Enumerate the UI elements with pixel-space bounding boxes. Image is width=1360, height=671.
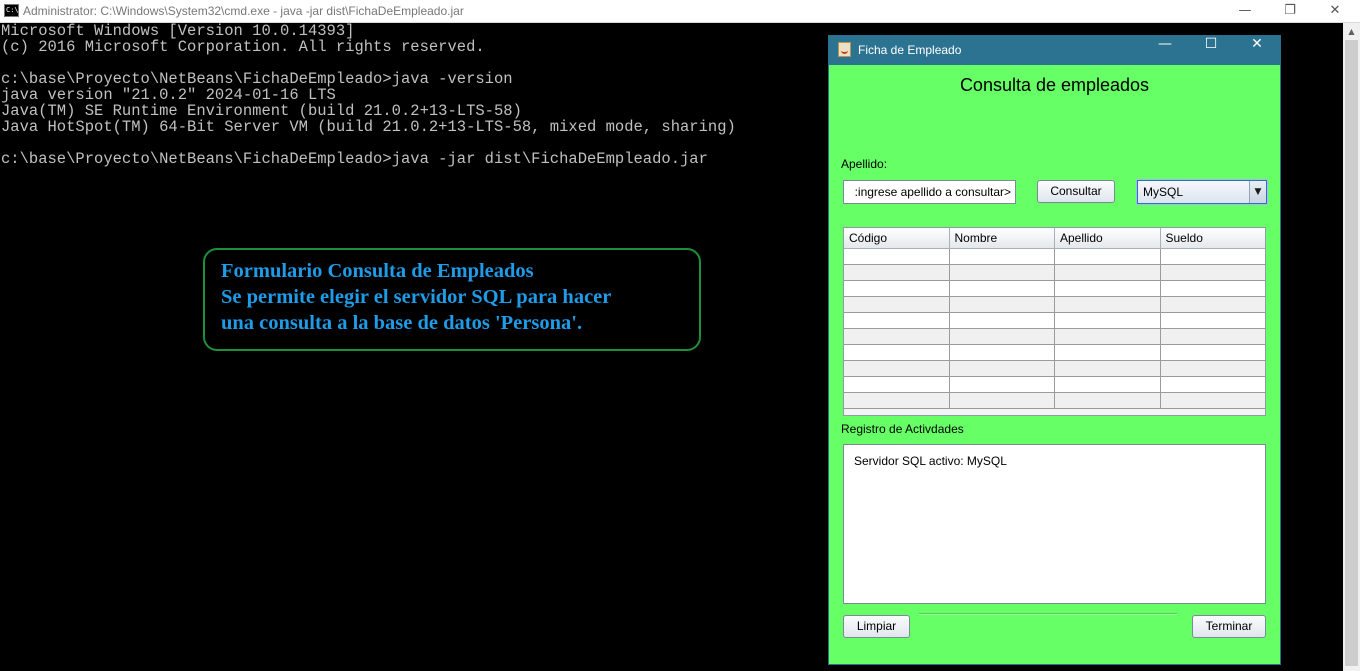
table-cell[interactable] [1160, 313, 1265, 329]
table-cell[interactable] [949, 281, 1055, 297]
table-cell[interactable] [949, 377, 1055, 393]
java-minimize-button[interactable]: — [1142, 36, 1188, 65]
table-cell[interactable] [1160, 377, 1265, 393]
table-cell[interactable] [844, 329, 950, 345]
table-row[interactable] [844, 377, 1265, 393]
table-body [844, 249, 1265, 409]
table-cell[interactable] [1055, 297, 1161, 313]
table-row[interactable] [844, 313, 1265, 329]
ficha-de-empleado-window: Ficha de Empleado — ☐ ✕ Consulta de empl… [828, 35, 1281, 665]
chevron-down-icon[interactable]: ▼ [1249, 181, 1266, 203]
cmd-minimize-button[interactable]: — [1222, 0, 1268, 23]
callout-line-3: una consulta a la base de datos 'Persona… [221, 312, 583, 334]
table-cell[interactable] [1055, 313, 1161, 329]
apellido-label: Apellido: [841, 157, 888, 171]
table-cell[interactable] [844, 249, 950, 265]
table-cell[interactable] [1160, 345, 1265, 361]
cmd-titlebar[interactable]: C:\ Administrator: C:\Windows\System32\c… [0, 0, 1360, 23]
console-line: (c) 2016 Microsoft Corporation. All righ… [1, 38, 485, 56]
table-cell[interactable] [1160, 393, 1265, 409]
java-titlebar[interactable]: Ficha de Empleado — ☐ ✕ [829, 36, 1280, 65]
java-maximize-button[interactable]: ☐ [1188, 36, 1234, 65]
table-cell[interactable] [844, 361, 950, 377]
cmd-app-icon: C:\ [4, 4, 19, 17]
table-row[interactable] [844, 361, 1265, 377]
table-cell[interactable] [949, 297, 1055, 313]
column-header-nombre[interactable]: Nombre [949, 228, 1055, 249]
table-cell[interactable] [1160, 265, 1265, 281]
table-row[interactable] [844, 249, 1265, 265]
cmd-scrollbar[interactable]: ▲ [1343, 23, 1360, 671]
table-cell[interactable] [1055, 377, 1161, 393]
java-window-title: Ficha de Empleado [858, 43, 962, 57]
column-header-apellido[interactable]: Apellido [1055, 228, 1161, 249]
table-cell[interactable] [949, 329, 1055, 345]
table-row[interactable] [844, 297, 1265, 313]
apellido-input[interactable] [843, 180, 1016, 204]
table-cell[interactable] [949, 345, 1055, 361]
scrollbar-thumb[interactable] [1345, 40, 1358, 666]
table-cell[interactable] [1055, 265, 1161, 281]
table-cell[interactable] [844, 377, 950, 393]
annotation-callout: Formulario Consulta de Empleados Se perm… [203, 248, 701, 351]
table-row[interactable] [844, 281, 1265, 297]
table-cell[interactable] [949, 313, 1055, 329]
activity-log-textarea[interactable]: Servidor SQL activo: MySQL [843, 444, 1266, 604]
scroll-up-arrow-icon[interactable]: ▲ [1343, 23, 1360, 40]
console-line: Java HotSpot(TM) 64-Bit Server VM (build… [1, 118, 736, 136]
sql-server-selected-value: MySQL [1143, 185, 1184, 199]
table-cell[interactable] [949, 393, 1055, 409]
table-cell[interactable] [1160, 281, 1265, 297]
table-cell[interactable] [1055, 281, 1161, 297]
limpiar-button[interactable]: Limpiar [843, 615, 910, 638]
console-line: c:\base\Proyecto\NetBeans\FichaDeEmplead… [1, 150, 708, 168]
table-cell[interactable] [949, 361, 1055, 377]
table-cell[interactable] [844, 297, 950, 313]
table-row[interactable] [844, 345, 1265, 361]
table-cell[interactable] [844, 393, 950, 409]
table-cell[interactable] [844, 281, 950, 297]
activity-log-text: Servidor SQL activo: MySQL [854, 454, 1007, 468]
employees-table[interactable]: Código Nombre Apellido Sueldo [843, 227, 1266, 416]
column-header-sueldo[interactable]: Sueldo [1160, 228, 1265, 249]
table-row[interactable] [844, 265, 1265, 281]
table-cell[interactable] [1055, 393, 1161, 409]
cmd-window-title: Administrator: C:\Windows\System32\cmd.e… [23, 4, 464, 18]
cmd-close-button[interactable]: ✕ [1312, 0, 1358, 23]
table-cell[interactable] [844, 313, 950, 329]
registro-label: Registro de Activdades [841, 422, 964, 436]
terminar-button[interactable]: Terminar [1192, 615, 1266, 638]
table-cell[interactable] [949, 249, 1055, 265]
java-cup-icon [838, 42, 851, 57]
table-cell[interactable] [1055, 329, 1161, 345]
table-row[interactable] [844, 329, 1265, 345]
table-header: Código Nombre Apellido Sueldo [844, 228, 1265, 249]
callout-line-2: Se permite elegir el servidor SQL para h… [221, 286, 612, 308]
table-cell[interactable] [1160, 361, 1265, 377]
table-cell[interactable] [1055, 345, 1161, 361]
table-cell[interactable] [1160, 297, 1265, 313]
consultar-button[interactable]: Consultar [1037, 180, 1115, 203]
table-cell[interactable] [949, 265, 1055, 281]
sql-server-select[interactable]: MySQL ▼ [1137, 180, 1267, 204]
table-cell[interactable] [1055, 249, 1161, 265]
cmd-maximize-button[interactable]: ❐ [1267, 0, 1313, 23]
console-output: Microsoft Windows [Version 10.0.14393] (… [1, 23, 736, 167]
java-close-button[interactable]: ✕ [1234, 36, 1280, 65]
column-header-codigo[interactable]: Código [844, 228, 950, 249]
table-cell[interactable] [1055, 361, 1161, 377]
table-cell[interactable] [844, 345, 950, 361]
form-heading: Consulta de empleados [959, 75, 1150, 95]
callout-line-1: Formulario Consulta de Empleados [221, 260, 534, 282]
separator [919, 613, 1177, 615]
table-row[interactable] [844, 393, 1265, 409]
table-cell[interactable] [1160, 249, 1265, 265]
table-cell[interactable] [1160, 329, 1265, 345]
table-cell[interactable] [844, 265, 950, 281]
